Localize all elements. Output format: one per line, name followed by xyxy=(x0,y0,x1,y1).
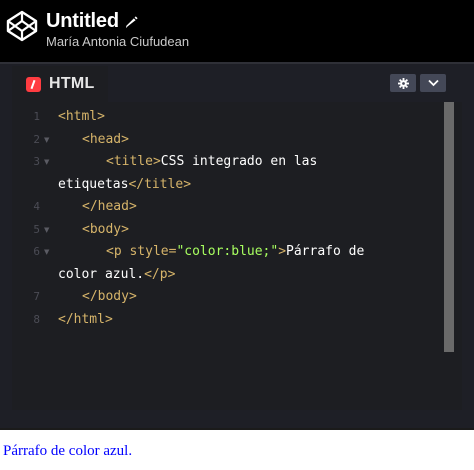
html-editor-panel: HTML 1 2 ▼ 3 ▼ 4 5 ▼ 6 ▼ 7 8 <html> <hea… xyxy=(0,62,474,428)
line-number: 3 xyxy=(33,155,40,168)
code-editor[interactable]: 1 2 ▼ 3 ▼ 4 5 ▼ 6 ▼ 7 8 <html> <head> <t… xyxy=(12,102,462,410)
tab-html[interactable]: HTML xyxy=(12,66,108,102)
line-number: 1 xyxy=(33,110,40,123)
code-line: <head> xyxy=(82,132,129,147)
gear-icon xyxy=(397,77,409,89)
fold-arrow-icon[interactable]: ▼ xyxy=(44,158,49,166)
fold-arrow-icon[interactable]: ▼ xyxy=(44,248,49,256)
collapse-button[interactable] xyxy=(420,74,446,92)
preview-divider[interactable] xyxy=(0,428,474,430)
line-number: 4 xyxy=(33,200,40,213)
code-line: etiquetas</title> xyxy=(58,177,192,192)
pen-author[interactable]: María Antonia Ciufudean xyxy=(46,34,189,49)
line-gutter: 1 2 ▼ 3 ▼ 4 5 ▼ 6 ▼ 7 8 xyxy=(12,102,54,410)
line-number: 5 xyxy=(33,223,40,236)
codepen-app: Untitled María Antonia Ciufudean HTML 1 … xyxy=(0,0,474,470)
editor-tab-buttons xyxy=(390,74,446,92)
editor-scrollbar[interactable] xyxy=(444,102,454,352)
code-line: </body> xyxy=(82,289,137,304)
fold-arrow-icon[interactable]: ▼ xyxy=(44,226,49,234)
code-line: <title>CSS integrado en las xyxy=(106,154,318,169)
editor-footer xyxy=(12,410,462,428)
code-line: </head> xyxy=(82,199,137,214)
tab-html-label: HTML xyxy=(49,75,95,92)
line-number: 7 xyxy=(33,290,40,303)
fold-arrow-icon[interactable]: ▼ xyxy=(44,136,49,144)
line-number: 2 xyxy=(33,133,40,146)
html-badge-icon xyxy=(26,76,41,92)
header-bar: Untitled María Antonia Ciufudean xyxy=(0,0,474,62)
code-lines: <html> <head> <title>CSS integrado en la… xyxy=(58,102,438,372)
code-line: </html> xyxy=(58,312,113,327)
code-line: <body> xyxy=(82,222,129,237)
chevron-down-icon xyxy=(427,79,439,87)
pen-title[interactable]: Untitled xyxy=(46,10,119,33)
line-number: 8 xyxy=(33,313,40,326)
preview-paragraph: Párrafo de color azul. xyxy=(3,443,133,459)
editor-tabbar: HTML xyxy=(12,64,462,102)
code-line: color azul.</p> xyxy=(58,267,176,282)
code-line: <html> xyxy=(58,109,105,124)
pencil-icon[interactable] xyxy=(125,15,138,29)
result-preview: Párrafo de color azul. xyxy=(0,428,474,470)
pen-title-row: Untitled xyxy=(46,9,138,33)
settings-button[interactable] xyxy=(390,74,416,92)
code-line: <p style="color:blue;">Párrafo de xyxy=(106,244,365,259)
codepen-logo-icon[interactable] xyxy=(6,10,38,42)
line-number: 6 xyxy=(33,245,40,258)
